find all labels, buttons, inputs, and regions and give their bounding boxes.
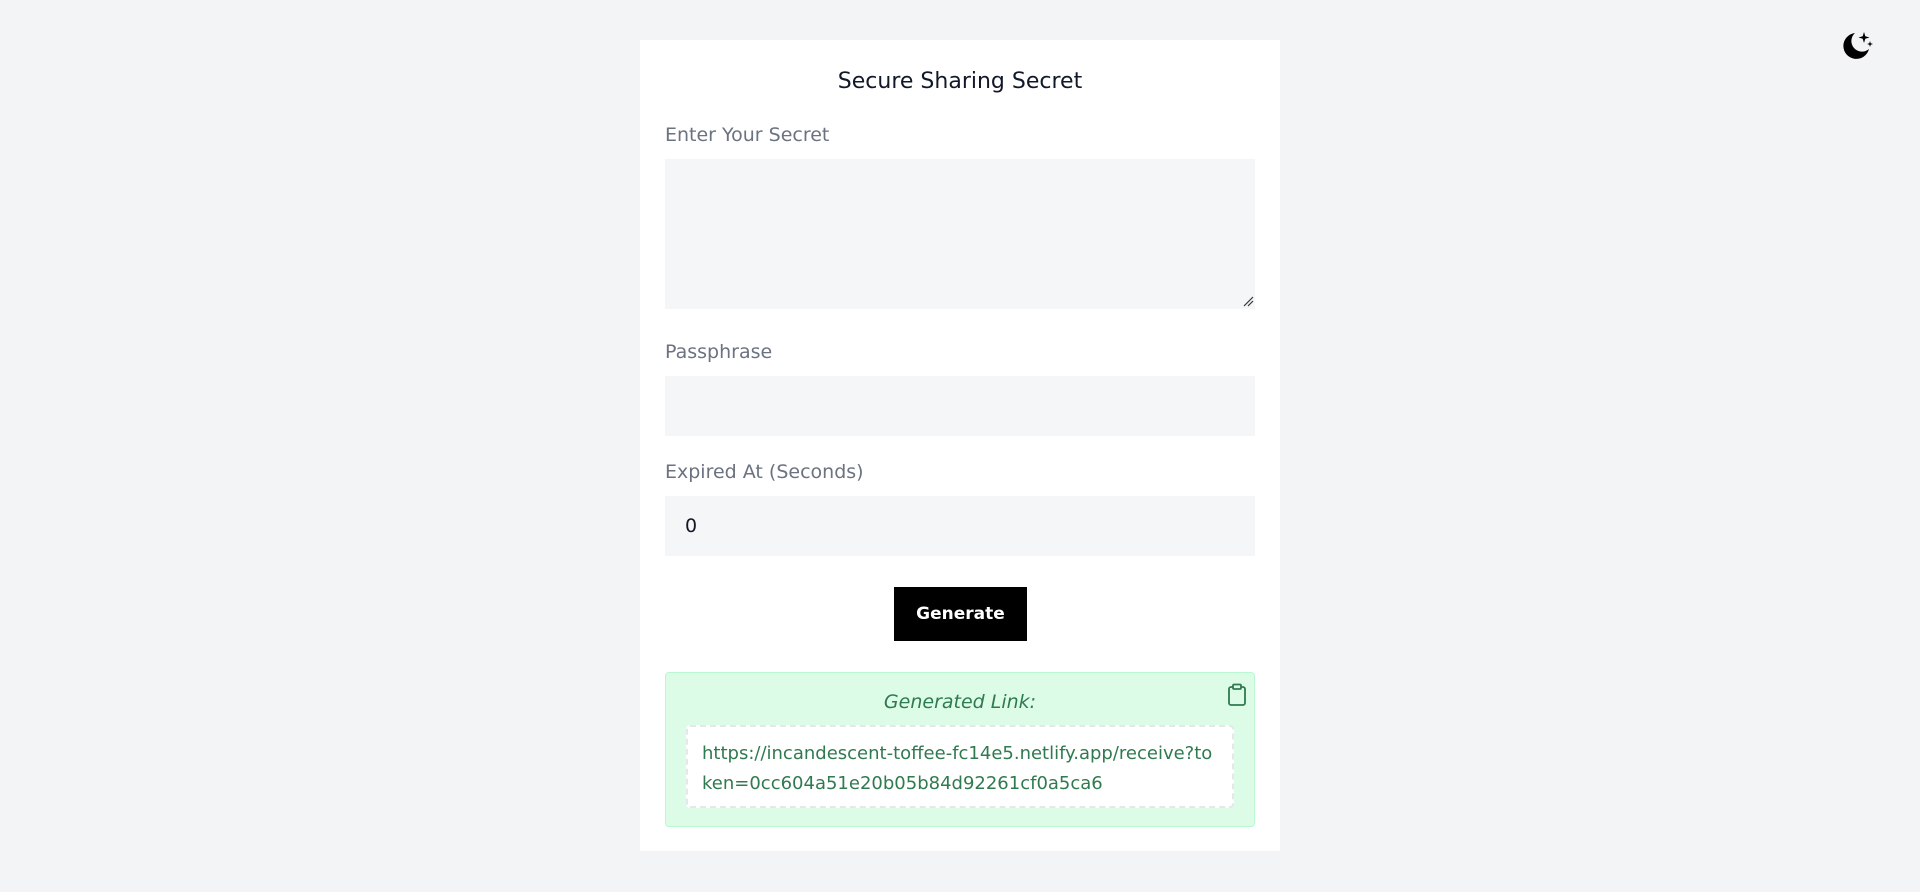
moon-stars-icon: [1843, 32, 1873, 59]
secret-form-card: Secure Sharing Secret Enter Your Secret …: [640, 40, 1280, 851]
generated-link-panel: Generated Link: https://incandescent-tof…: [665, 672, 1255, 827]
theme-toggle-button[interactable]: [1838, 28, 1874, 64]
resize-grip-icon[interactable]: [1242, 295, 1254, 307]
expired-at-label: Expired At (Seconds): [665, 461, 864, 483]
page-title: Secure Sharing Secret: [837, 69, 1083, 94]
generated-link-text[interactable]: https://incandescent-toffee-fc14e5.netli…: [686, 725, 1234, 808]
expired-at-input[interactable]: [665, 496, 1255, 556]
secret-label: Enter Your Secret: [665, 124, 830, 146]
passphrase-input[interactable]: [665, 376, 1255, 436]
passphrase-label: Passphrase: [665, 341, 773, 363]
clipboard-icon[interactable]: [1226, 683, 1248, 707]
generated-link-title: Generated Link:: [883, 691, 1037, 713]
secret-textarea[interactable]: [665, 159, 1255, 309]
generate-button[interactable]: Generate: [894, 587, 1027, 641]
